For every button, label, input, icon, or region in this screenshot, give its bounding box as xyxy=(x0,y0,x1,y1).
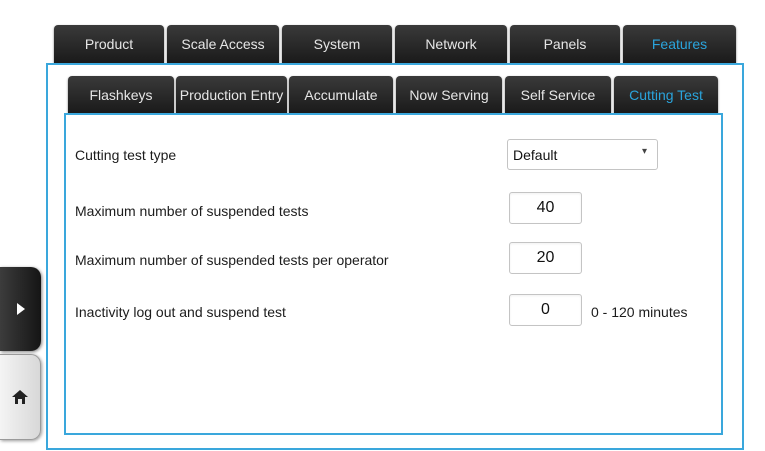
max-suspended-label: Maximum number of suspended tests xyxy=(75,203,309,219)
cutting-test-type-value: Default xyxy=(513,147,558,163)
max-suspended-input[interactable]: 40 xyxy=(509,192,582,224)
inactivity-input[interactable]: 0 xyxy=(509,294,582,326)
subtab-flashkeys[interactable]: Flashkeys xyxy=(68,76,174,113)
home-icon xyxy=(12,390,28,404)
tab-panels[interactable]: Panels xyxy=(510,25,620,63)
subtab-self-service[interactable]: Self Service xyxy=(505,76,611,113)
subtab-production-entry[interactable]: Production Entry xyxy=(176,76,287,113)
play-arrow-icon xyxy=(16,303,25,315)
home-button[interactable] xyxy=(0,354,41,440)
tab-product[interactable]: Product xyxy=(54,25,164,63)
inactivity-label: Inactivity log out and suspend test xyxy=(75,304,286,320)
subtab-cutting-test[interactable]: Cutting Test xyxy=(614,76,718,113)
max-suspended-per-operator-label: Maximum number of suspended tests per op… xyxy=(75,252,389,268)
cutting-test-type-dropdown[interactable]: Default ▾ xyxy=(507,139,658,170)
inactivity-range-hint: 0 - 120 minutes xyxy=(591,304,688,320)
tab-system[interactable]: System xyxy=(282,25,392,63)
cutting-test-type-label: Cutting test type xyxy=(75,147,177,163)
expand-sidebar-button[interactable] xyxy=(0,267,41,351)
tab-network[interactable]: Network xyxy=(395,25,507,63)
subtab-now-serving[interactable]: Now Serving xyxy=(396,76,502,113)
tab-features[interactable]: Features xyxy=(623,25,736,63)
max-suspended-per-operator-input[interactable]: 20 xyxy=(509,242,582,274)
tab-scale-access[interactable]: Scale Access xyxy=(167,25,279,63)
chevron-down-icon: ▾ xyxy=(641,146,647,157)
subtab-accumulate[interactable]: Accumulate xyxy=(289,76,393,113)
